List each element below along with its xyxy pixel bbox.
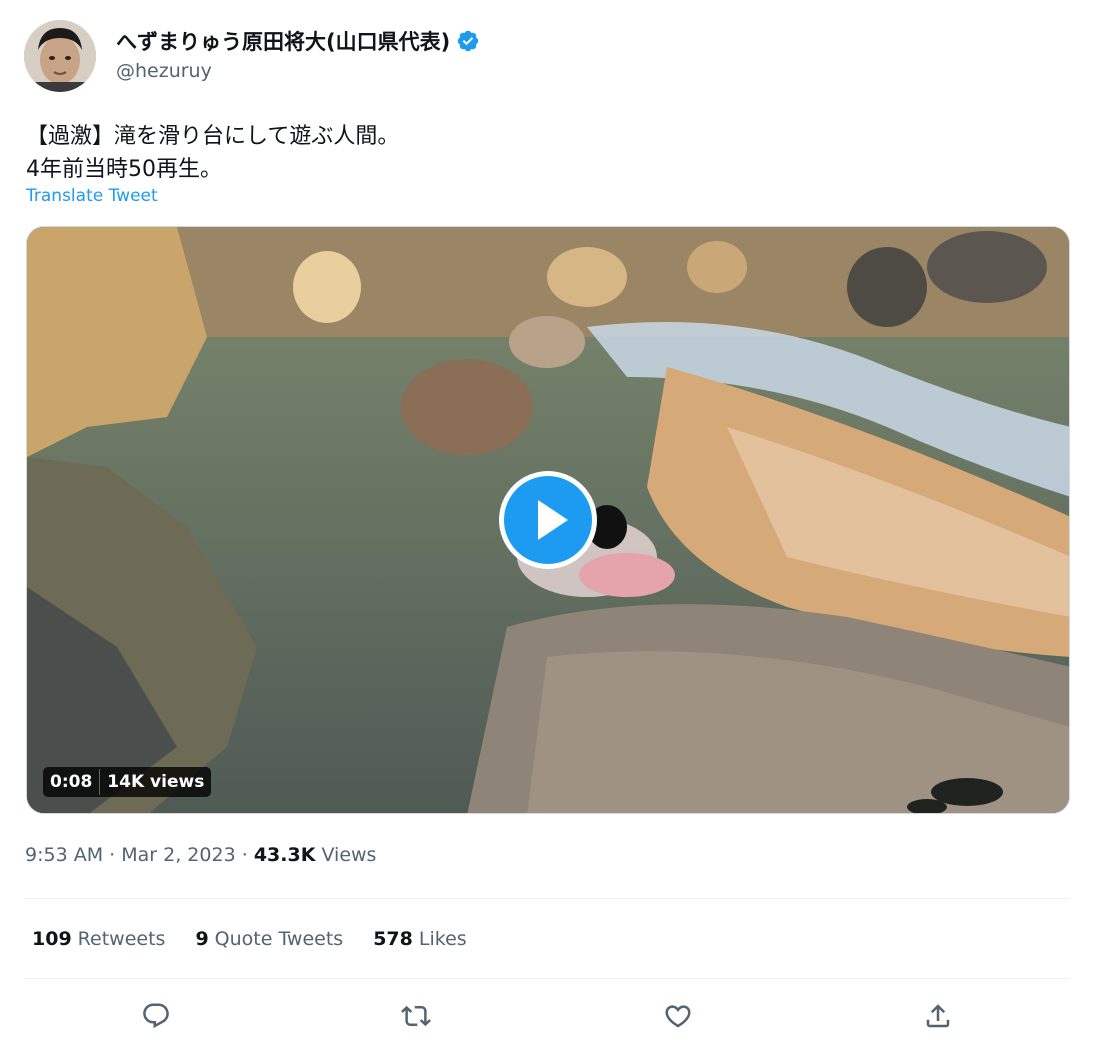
video-view-count: 14K views [107,772,205,792]
divider [24,898,1070,899]
retweets-stat[interactable]: 109 Retweets [32,928,165,950]
likes-count: 578 [373,928,413,950]
retweets-count: 109 [32,928,72,950]
quote-tweets-label: Quote Tweets [214,928,344,950]
video-player[interactable]: 0:08 14K views [26,226,1070,814]
verified-badge-icon [457,30,479,52]
retweet-button[interactable] [396,996,436,1036]
retweets-label: Retweets [77,928,166,950]
tweet-page: へずまりゅう原田将大(山口県代表) @hezuruy 【過激】滝を滑り台にして遊… [0,0,1094,1048]
tweet-time[interactable]: 9:53 AM [25,844,103,866]
tweet-view-count: 43.3K [253,844,316,866]
avatar-image [24,20,96,92]
divider [24,978,1070,979]
play-icon [538,500,568,540]
meta-separator: · [241,844,248,866]
engagement-stats: 109 Retweets 9 Quote Tweets 578 Likes [32,928,467,950]
play-button[interactable] [499,471,597,569]
tweet-view-label: Views [321,844,377,866]
likes-stat[interactable]: 578 Likes [373,928,466,950]
avatar[interactable] [24,20,96,92]
quote-tweets-count: 9 [195,928,209,950]
tweet-date[interactable]: Mar 2, 2023 [121,844,235,866]
tweet-text-line: 4年前当時50再生。 [26,157,222,182]
action-bar [24,992,1070,1040]
heart-icon [665,1005,691,1028]
like-button[interactable] [658,996,698,1036]
reply-icon [143,1003,169,1029]
tweet-meta: 9:53 AM · Mar 2, 2023 · 43.3K Views [25,844,376,866]
tweet-text-line: 【過激】滝を滑り台にして遊ぶ人間。 [26,124,400,149]
video-duration: 0:08 [50,772,93,792]
reply-button[interactable] [136,996,176,1036]
handle[interactable]: @hezuruy [116,60,480,82]
retweet-icon [401,1005,431,1027]
play-button-circle [504,476,592,564]
tweet-text: 【過激】滝を滑り台にして遊ぶ人間。 4年前当時50再生。 [26,120,1066,186]
meta-separator: · [109,844,116,866]
quote-tweets-stat[interactable]: 9 Quote Tweets [195,928,343,950]
likes-label: Likes [418,928,467,950]
video-badges: 0:08 14K views [43,767,212,797]
display-name[interactable]: へずまりゅう原田将大(山口県代表) [116,26,450,56]
translate-tweet-link[interactable]: Translate Tweet [26,186,158,206]
author-block: へずまりゅう原田将大(山口県代表) @hezuruy [116,26,480,82]
share-button[interactable] [918,996,958,1036]
share-icon [926,1004,950,1028]
